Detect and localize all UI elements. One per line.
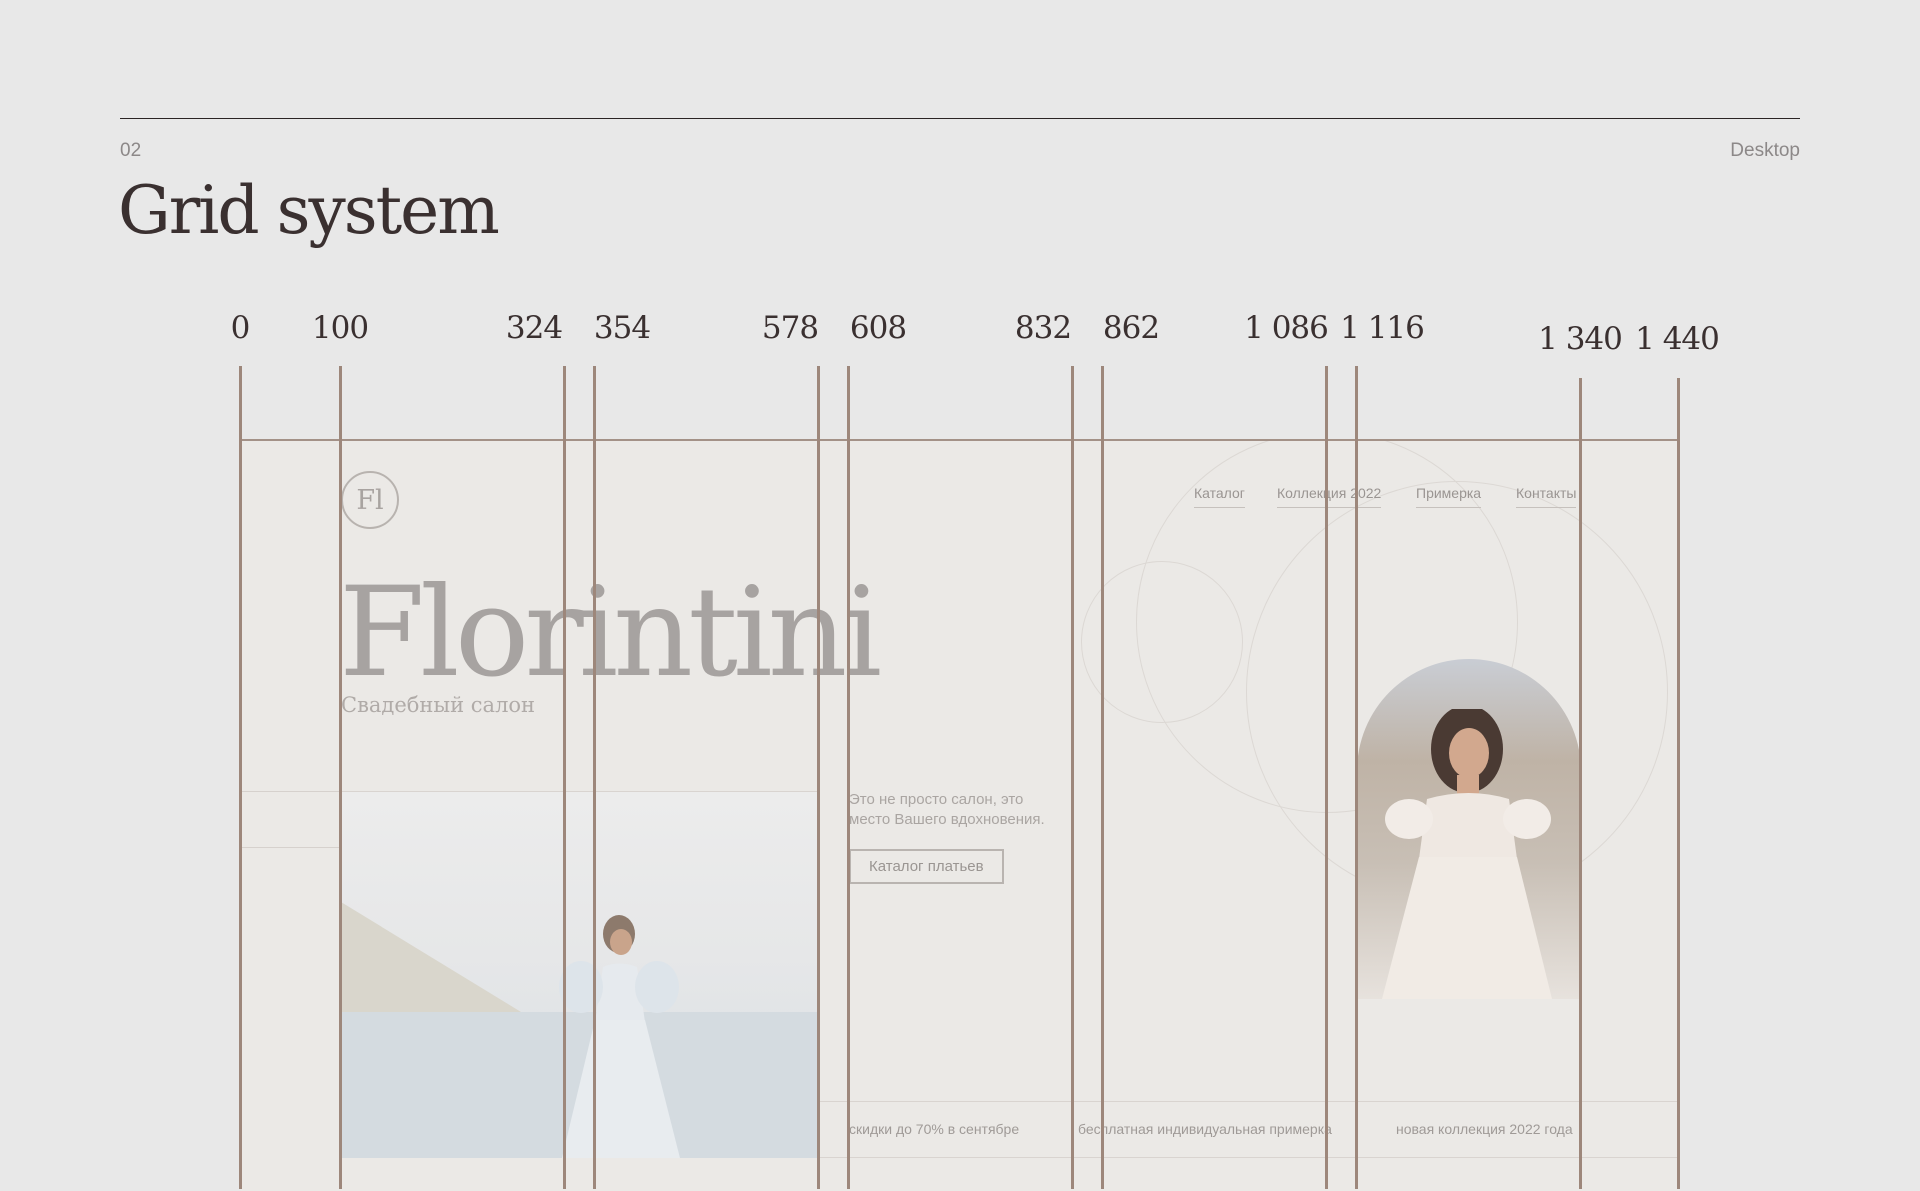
- decorative-circle: [1081, 561, 1243, 723]
- logo-text: Fl: [356, 484, 384, 516]
- ruler-label-1440: 1 440: [1635, 321, 1720, 357]
- ruler-label-1340: 1 340: [1538, 321, 1623, 357]
- side-divider: [241, 791, 340, 792]
- brand-name: Florintini: [339, 561, 882, 705]
- grid-line-100: [339, 366, 342, 1189]
- grid-line-324: [563, 366, 566, 1189]
- ruler-label-324: 324: [505, 310, 563, 346]
- grid-line-0: [239, 366, 242, 1189]
- catalog-button[interactable]: Каталог платьев: [849, 849, 1004, 884]
- promo-item-fitting: бесплатная индивидуальная примерка: [1078, 1121, 1332, 1137]
- section-number: 02: [120, 140, 142, 161]
- ruler-label-0: 0: [230, 310, 251, 346]
- nav-link-catalog[interactable]: Каталог: [1194, 485, 1245, 508]
- grid-line-578: [817, 366, 820, 1189]
- ruler-label-832: 832: [1014, 310, 1072, 346]
- intro-line: место Вашего вдохновения.: [849, 811, 1045, 828]
- grid-line-608: [847, 366, 850, 1189]
- grid-line-832: [1071, 366, 1074, 1189]
- logo[interactable]: Fl: [341, 471, 399, 529]
- arch-photo: [1357, 659, 1581, 999]
- ruler-label-1116: 1 116: [1340, 310, 1425, 346]
- nav-link-contacts[interactable]: Контакты: [1516, 485, 1577, 508]
- intro-line: Это не просто салон, это: [849, 791, 1024, 808]
- grid-line-354: [593, 366, 596, 1189]
- ruler-label-862: 862: [1102, 310, 1160, 346]
- grid-line-1116: [1355, 366, 1358, 1189]
- nav-link-collection[interactable]: Коллекция 2022: [1277, 485, 1382, 508]
- grid-line-1340: [1579, 378, 1582, 1189]
- top-divider: [120, 118, 1800, 119]
- nav-link-fitting[interactable]: Примерка: [1416, 485, 1482, 508]
- ruler-label-608: 608: [849, 310, 907, 346]
- hero-photo: [341, 791, 817, 1158]
- ruler-label-1086: 1 086: [1244, 310, 1329, 346]
- bride-figure: [1382, 709, 1552, 999]
- grid-line-1086: [1325, 366, 1328, 1189]
- grid-line-862: [1101, 366, 1104, 1189]
- grid-line-1440: [1677, 378, 1680, 1189]
- promo-item-collection: новая коллекция 2022 года: [1396, 1121, 1573, 1137]
- viewport-label: Desktop: [1730, 140, 1800, 161]
- site-mockup: Fl Каталог Коллекция 2022 Примерка Конта…: [241, 439, 1679, 1191]
- ruler-label-578: 578: [761, 310, 819, 346]
- ruler-label-100: 100: [311, 310, 369, 346]
- ruler-label-354: 354: [593, 310, 651, 346]
- promo-item-sale: скидки до 70% в сентябре: [849, 1121, 1020, 1137]
- page-title: Grid system: [118, 172, 500, 249]
- intro-text: Это не просто салон, это место Вашего вд…: [849, 790, 1045, 830]
- brand-tagline: Свадебный салон: [341, 693, 536, 717]
- side-divider: [241, 847, 340, 848]
